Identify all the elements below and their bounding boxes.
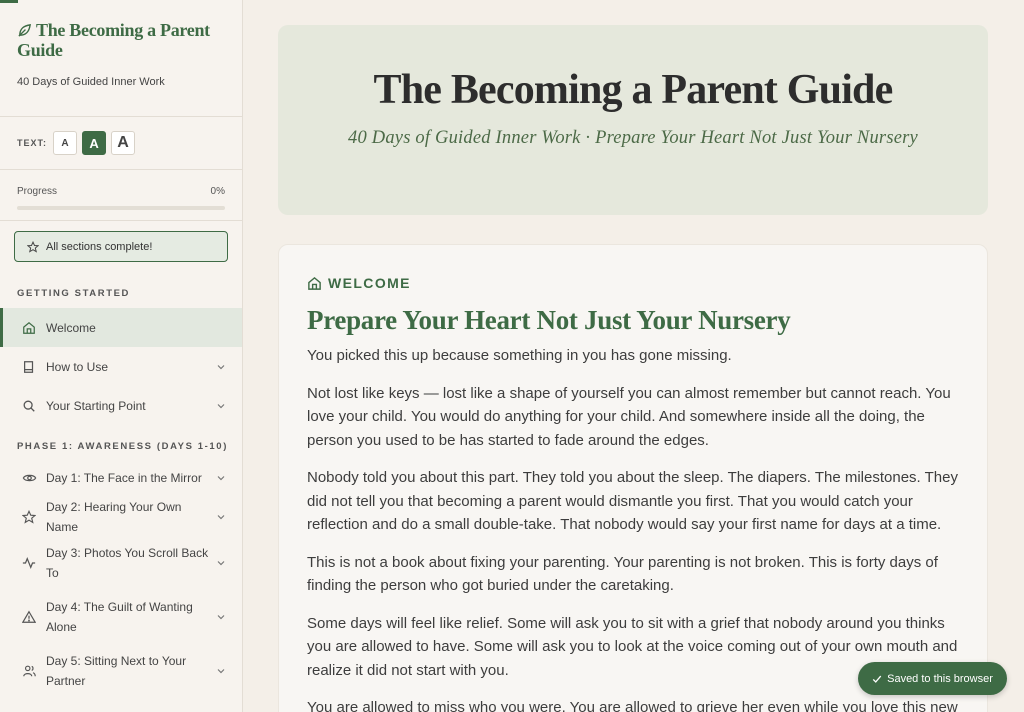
sidebar-item-day-3[interactable]: Day 3: Photos You Scroll Back To	[0, 536, 242, 590]
text-size-small-button[interactable]: A	[53, 131, 78, 155]
saved-toast-label: Saved to this browser	[887, 672, 993, 685]
sidebar-item-label: Day 5: Sitting Next to Your Partner	[46, 654, 187, 688]
warning-icon	[21, 609, 37, 625]
sidebar-item-day-4[interactable]: Day 4: The Guilt of Wanting Alone	[0, 590, 242, 644]
progress-value: 0%	[210, 186, 225, 197]
brand-title[interactable]: The Becoming a Parent Guide	[17, 20, 225, 60]
leaf-icon	[18, 24, 31, 37]
sidebar-item-day-5[interactable]: Day 5: Sitting Next to Your Partner	[0, 644, 242, 698]
book-icon	[21, 359, 37, 375]
top-accent-bar	[0, 0, 18, 3]
brand-block: The Becoming a Parent Guide 40 Days of G…	[0, 0, 242, 117]
section-eyebrow-label: WELCOME	[328, 275, 411, 291]
home-icon	[21, 320, 37, 336]
chevron-down-icon[interactable]	[216, 560, 226, 566]
progress-label: Progress	[17, 186, 58, 197]
saved-toast[interactable]: Saved to this browser	[858, 662, 1007, 695]
chevron-down-icon[interactable]	[216, 614, 226, 620]
brand-title-text: The Becoming a Parent Guide	[17, 20, 210, 60]
progress-track	[17, 206, 225, 210]
sidebar-item-label: Your Starting Point	[46, 398, 146, 413]
chevron-down-icon[interactable]	[216, 668, 226, 674]
content-paragraph: Nobody told you about this part. They to…	[307, 469, 958, 533]
text-size-label: TEXT:	[17, 138, 48, 148]
text-size-control: TEXT: A A A	[0, 117, 242, 170]
content-paragraph: Not lost like keys — lost like a shape o…	[307, 384, 951, 449]
all-complete-badge[interactable]: All sections complete!	[14, 231, 228, 262]
chevron-down-icon[interactable]	[216, 514, 226, 520]
sidebar-item-welcome[interactable]: Welcome	[0, 308, 242, 347]
sidebar-item-label: Day 4: The Guilt of Wanting Alone	[46, 600, 193, 634]
text-size-medium-button[interactable]: A	[82, 131, 107, 155]
sidebar-item-label: Day 3: Photos You Scroll Back To	[46, 546, 209, 580]
sidebar-item-label: How to Use	[46, 359, 109, 374]
users-icon	[21, 663, 37, 679]
sidebar-item-how-to-use[interactable]: How to Use	[0, 347, 242, 386]
sidebar: The Becoming a Parent Guide 40 Days of G…	[0, 0, 243, 712]
home-icon	[308, 276, 321, 290]
chevron-down-icon[interactable]	[216, 364, 226, 370]
content-paragraph: You are allowed to miss who you were. Yo…	[307, 699, 958, 712]
sidebar-item-day-1[interactable]: Day 1: The Face in the Mirror	[0, 458, 242, 497]
content-card: WELCOME Prepare Your Heart Not Just Your…	[278, 244, 988, 712]
eye-icon	[21, 470, 37, 486]
sidebar-item-label: Day 1: The Face in the Mirror	[46, 470, 202, 485]
star-outline-icon	[27, 240, 39, 253]
star-icon	[21, 509, 37, 525]
hero-banner: The Becoming a Parent Guide 40 Days of G…	[278, 25, 988, 215]
chevron-down-icon[interactable]	[216, 475, 226, 481]
content-paragraph: You picked this up because something in …	[307, 347, 732, 364]
text-size-large-button[interactable]: A	[111, 131, 136, 155]
check-icon	[872, 675, 882, 683]
content-paragraph: This is not a book about fixing your par…	[307, 553, 938, 595]
sidebar-item-label: Welcome	[46, 320, 96, 335]
chevron-down-icon[interactable]	[216, 403, 226, 409]
sidebar-item-starting-point[interactable]: Your Starting Point	[0, 386, 242, 425]
sidebar-item-label: Day 2: Hearing Your Own Name	[46, 499, 182, 534]
progress-block: Progress 0%	[0, 170, 242, 221]
pulse-icon	[21, 555, 37, 571]
section-heading-phase-1: Phase 1: Awareness (Days 1-10)	[17, 441, 228, 452]
all-complete-label: All sections complete!	[46, 240, 153, 253]
hero-title: The Becoming a Parent Guide	[373, 67, 894, 113]
sidebar-item-day-2[interactable]: Day 2: Hearing Your Own Name	[0, 497, 242, 536]
brand-subtitle: 40 Days of Guided Inner Work	[17, 76, 165, 88]
search-icon	[21, 398, 37, 414]
hero-subtitle: 40 Days of Guided Inner Work · Prepare Y…	[348, 128, 918, 148]
section-heading-getting-started: Getting Started	[17, 288, 131, 299]
section-eyebrow: WELCOME	[307, 275, 959, 291]
content-title: Prepare Your Heart Not Just Your Nursery	[307, 305, 791, 335]
